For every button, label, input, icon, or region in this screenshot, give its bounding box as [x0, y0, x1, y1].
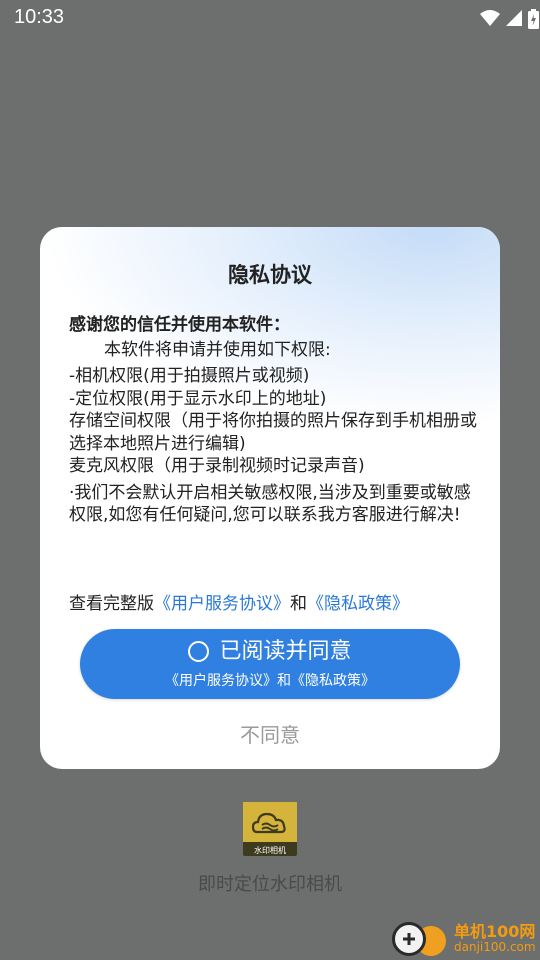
signal-icon — [506, 10, 522, 26]
wifi-icon — [480, 10, 500, 26]
status-time: 10:33 — [14, 6, 65, 28]
agree-main: 已阅读并同意 — [80, 639, 460, 665]
radio-circle-icon — [188, 641, 210, 662]
watermark-plus-icon — [392, 922, 426, 956]
status-bar: 10:33 — [0, 0, 540, 36]
permission-item-location: -定位权限(用于显示水印上的地址) — [69, 388, 327, 409]
permission-item-storage: 存储空间权限（用于将你拍摄的照片保存到手机相册或选择本地照片进行编辑) — [69, 411, 477, 454]
links-prefix: 查看完整版 — [69, 594, 154, 614]
cloud-wave-icon — [251, 812, 286, 834]
logo-emblem — [243, 802, 297, 842]
privacy-dialog: 隐私协议 感谢您的信任并使用本软件： 本软件将申请并使用如下权限: -相机权限(… — [40, 227, 500, 769]
links-and: 和 — [290, 594, 307, 614]
dialog-title: 隐私协议 — [228, 263, 312, 287]
agreement-links: 查看完整版《用户服务协议》和《隐私政策》 — [69, 589, 489, 614]
dialog-note: ·我们不会默认开启相关敏感权限,当涉及到重要或敏感权限,如您有任何疑问,您可以联… — [69, 482, 471, 526]
dialog-body: 感谢您的信任并使用本软件： 本软件将申请并使用如下权限: -相机权限(用于拍摄照… — [69, 314, 479, 527]
watermark-line1: 单机100网 — [454, 922, 536, 941]
agree-button[interactable]: 已阅读并同意 《用户服务协议》和《隐私政策》 — [80, 629, 460, 699]
app-name: 即时定位水印相机 — [198, 874, 342, 895]
watermark-line2: danji100.com — [454, 940, 536, 954]
permission-item-camera: -相机权限(用于拍摄照片或视频) — [69, 366, 310, 386]
battery-icon — [528, 9, 539, 29]
logo-text: 水印相机 — [254, 846, 286, 855]
agree-label: 已阅读并同意 — [219, 639, 352, 664]
user-agreement-link[interactable]: 《用户服务协议》 — [154, 594, 290, 614]
disagree-button[interactable]: 不同意 — [40, 719, 500, 748]
privacy-policy-link[interactable]: 《隐私政策》 — [307, 594, 409, 614]
app-logo: 水印相机 — [243, 802, 297, 856]
watermark: 单机100网 danji100.com — [390, 918, 540, 960]
dialog-lead: 感谢您的信任并使用本软件： — [69, 315, 290, 335]
dialog-intro: 本软件将申请并使用如下权限: — [104, 339, 331, 360]
agree-sub-label: 《用户服务协议》和《隐私政策》 — [165, 673, 375, 689]
permission-item-microphone: 麦克风权限（用于录制视频时记录声音) — [69, 456, 365, 476]
